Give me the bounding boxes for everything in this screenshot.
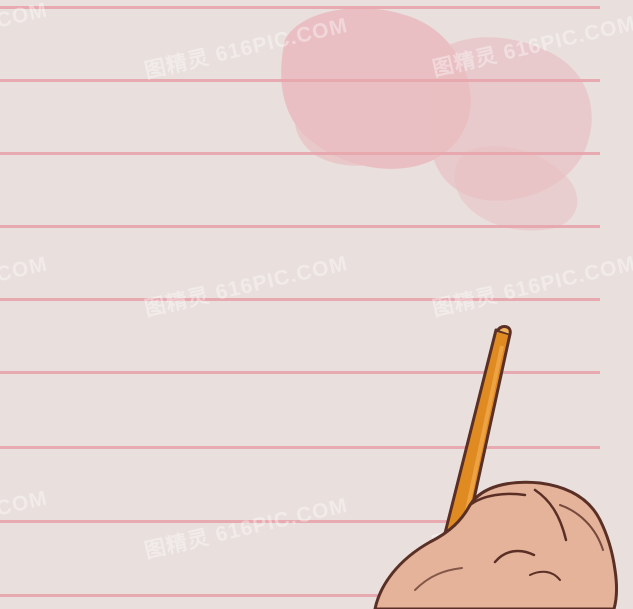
hand xyxy=(373,480,619,609)
hand-with-pencil xyxy=(373,325,619,609)
notebook-paper: COM 图精灵 616PIC.COM 图精灵 616PIC.COM COM 图精… xyxy=(0,0,633,609)
